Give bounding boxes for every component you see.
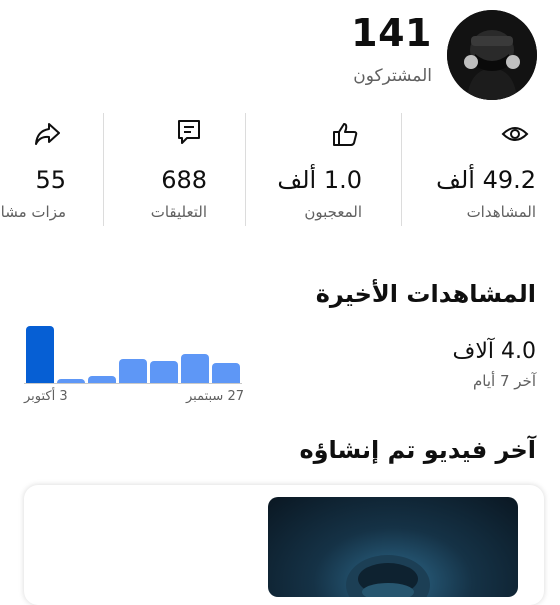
comment-icon	[175, 118, 203, 146]
chart-bar[interactable]	[181, 354, 209, 383]
chart-bar[interactable]	[88, 376, 116, 383]
stat-divider	[103, 113, 104, 226]
chart-bar[interactable]	[150, 361, 178, 383]
chart-baseline	[24, 383, 242, 384]
stat-divider	[245, 113, 246, 226]
recent-views-value: 4.0 آلاف	[452, 339, 536, 364]
recent-views-subtitle: آخر 7 أيام	[473, 372, 536, 390]
recent-views-title: المشاهدات الأخيرة	[315, 280, 536, 308]
chart-tick-left: 3 أكتوبر	[24, 389, 68, 404]
shares-label: مزات مشاركة	[0, 203, 66, 221]
comments-value: 688	[161, 166, 207, 194]
subscribers-count: 141	[351, 11, 432, 55]
latest-video-thumbnail[interactable]	[268, 497, 518, 597]
channel-avatar[interactable]	[447, 10, 537, 100]
likes-label: المعجبون	[304, 203, 362, 221]
chart-bar[interactable]	[119, 359, 147, 383]
chart-bar[interactable]	[26, 326, 54, 383]
latest-video-title: آخر فيديو تم إنشاؤه	[299, 436, 536, 464]
shares-value: 55	[35, 166, 66, 194]
thumbs-up-icon	[331, 120, 359, 148]
comments-label: التعليقات	[150, 203, 207, 221]
thumbnail-image	[346, 555, 430, 597]
views-value: 49.2 ألف	[436, 166, 536, 194]
subscribers-label: المشتركون	[353, 66, 432, 86]
chart-bar[interactable]	[212, 363, 240, 383]
avatar-image	[447, 10, 537, 100]
likes-value: 1.0 ألف	[277, 166, 362, 194]
stat-divider	[401, 113, 402, 226]
chart-tick-right: 27 سبتمبر	[185, 389, 244, 404]
views-label: المشاهدات	[466, 203, 536, 221]
eye-icon	[501, 120, 529, 148]
share-icon	[33, 120, 61, 148]
